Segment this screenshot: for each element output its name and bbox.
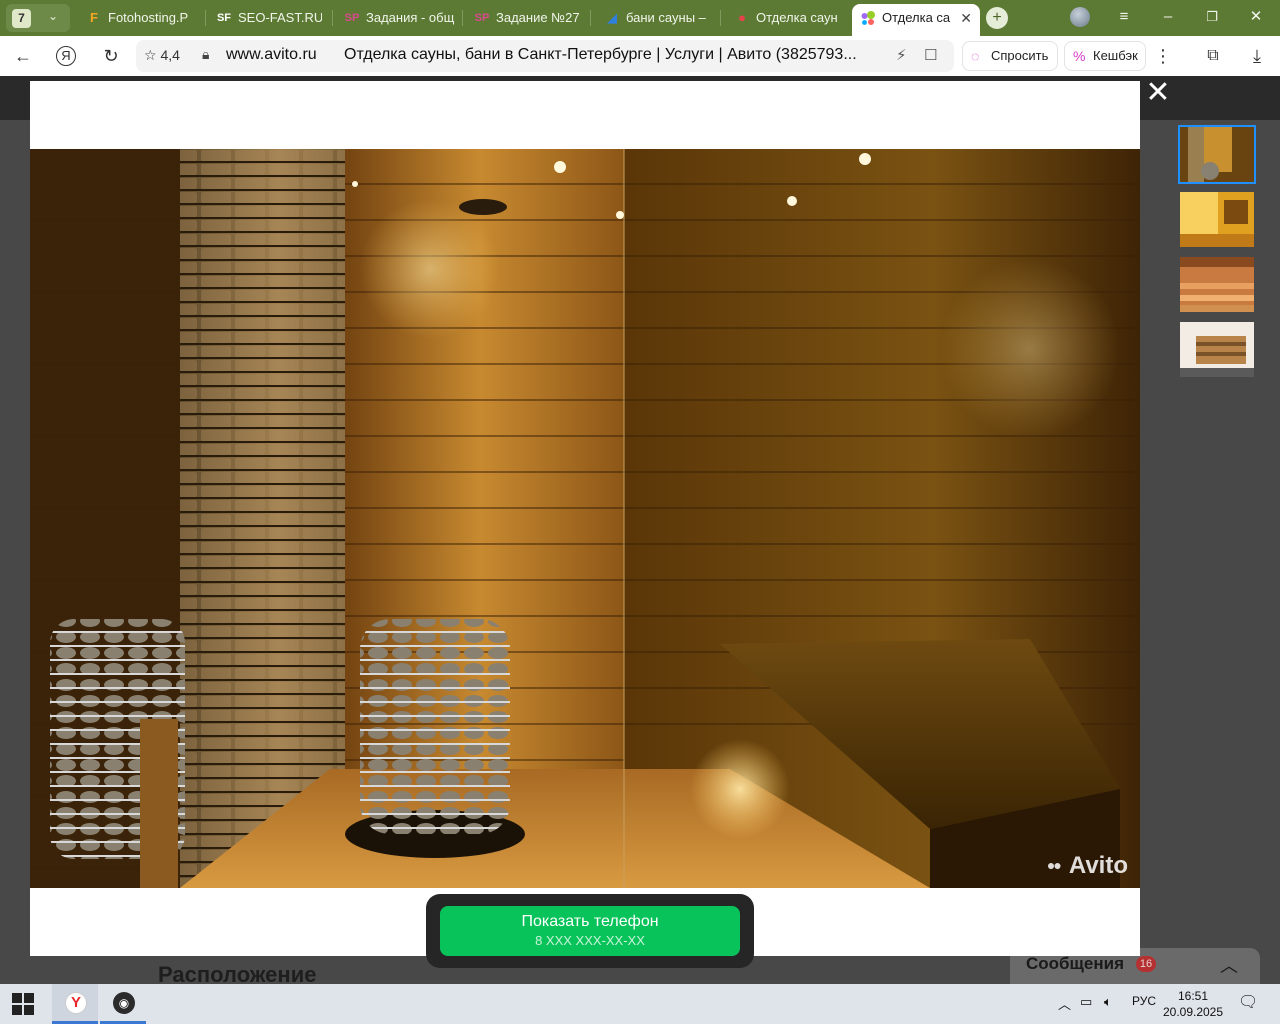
thumbnail-1[interactable] (1178, 125, 1256, 184)
address-bar-row: ← Я ↻ ☆ 4,4 🔒︎ www.avito.ru Отделка саун… (0, 36, 1280, 76)
thumbnail-image (1180, 257, 1254, 312)
photo-viewer: ●● Avito (30, 81, 1140, 956)
tab-zadaniya[interactable]: SP Задания - общ (336, 4, 456, 32)
ask-button[interactable]: ◌ Спросить (962, 41, 1058, 71)
cashback-button[interactable]: % Кешбэк (1064, 41, 1146, 71)
percent-icon: % (1073, 48, 1086, 64)
obs-icon: ◉ (113, 992, 135, 1014)
clock-date: 20.09.2025 (1162, 1005, 1224, 1019)
sp-icon: SP (474, 12, 490, 24)
messages-label: Сообщения (1026, 954, 1124, 973)
thumbnail-image (1180, 127, 1254, 182)
tab-zadanie-27[interactable]: SP Задание №27 (466, 4, 586, 32)
notifications-icon[interactable]: 🗨︎ (1238, 992, 1258, 1012)
minimize-icon[interactable]: – (1158, 7, 1178, 27)
chevron-up-icon[interactable]: ︿ (1058, 994, 1071, 1013)
browser-tab-strip: 7 ⌄ F Fotohosting.P SF SEO-FAST.RU SP За… (0, 0, 1280, 36)
show-phone-label: Показать телефон (521, 913, 659, 930)
clock[interactable]: 16:51 20.09.2025 (1160, 988, 1226, 1020)
tab-label: Задание №27 (496, 10, 580, 25)
fotohosting-icon: F (90, 10, 98, 25)
sauna-photo (30, 149, 1140, 888)
reload-icon[interactable]: ↻ (100, 45, 122, 67)
yandex-icon[interactable]: Я (56, 46, 76, 66)
star-icon: ☆ (144, 47, 157, 63)
main-photo[interactable]: ●● Avito (30, 149, 1140, 888)
thumbnail-3[interactable] (1180, 257, 1254, 312)
thumbnail-4[interactable] (1180, 322, 1254, 377)
windows-start-icon[interactable] (12, 993, 34, 1015)
lock-icon[interactable]: 🔒︎ (202, 46, 209, 63)
language-indicator[interactable]: РУС (1132, 994, 1156, 1008)
site-rating[interactable]: ☆ 4,4 (144, 47, 180, 64)
tab-label: Задания - общ (366, 10, 455, 25)
tab-count: 7 (12, 9, 31, 28)
show-phone-button[interactable]: Показать телефон 8 XXX XXX-XX-XX (440, 906, 740, 956)
sp-icon: SP (344, 12, 360, 24)
close-tab-icon[interactable]: ✕ (960, 4, 972, 32)
volume-icon[interactable]: 🔈︎ (1104, 994, 1112, 1010)
no-tracking-icon[interactable]: ⚡︎ (896, 46, 907, 64)
tab-otdelka-active[interactable]: Отделка са ✕ (852, 4, 980, 36)
avito-logo-icon: ●● (1046, 857, 1062, 873)
menu-icon[interactable]: ≡ (1114, 7, 1134, 27)
tab-separator (462, 10, 463, 26)
profile-avatar[interactable] (1070, 7, 1090, 27)
avito-dots-icon (861, 11, 875, 25)
back-icon[interactable]: ← (12, 45, 34, 67)
phone-button-panel: Показать телефон 8 XXX XXX-XX-XX (426, 894, 754, 968)
avito-red-icon: ● (738, 10, 746, 25)
bookmark-icon[interactable]: ☐ (924, 46, 937, 64)
gallery-close-icon[interactable]: ✕ (1144, 78, 1172, 108)
chevron-down-icon: ⌄ (48, 9, 59, 23)
tab-label: Fotohosting.P (108, 10, 189, 25)
tab-label: Отделка саун (756, 10, 838, 25)
thumbnail-2[interactable] (1180, 192, 1254, 247)
new-tab-button[interactable]: + (986, 7, 1008, 29)
url-domain: www.avito.ru (226, 46, 317, 63)
alice-icon: ◌ (971, 48, 980, 64)
tab-seo-fast[interactable]: SF SEO-FAST.RU (208, 4, 322, 32)
close-window-icon[interactable]: ✕ (1246, 7, 1266, 27)
tab-counter-button[interactable]: 7 ⌄ (6, 4, 70, 32)
tab-separator (332, 10, 333, 26)
thumbnail-image (1180, 192, 1254, 247)
network-icon[interactable]: ▭ (1080, 994, 1092, 1010)
yandex-browser-icon: Y (65, 992, 87, 1014)
tab-otdelka-saun[interactable]: ● Отделка саун (726, 4, 846, 32)
watermark-text: Avito (1068, 852, 1128, 879)
seo-fast-icon: SF (216, 12, 232, 24)
yandex-services-icon: ◢ (607, 10, 617, 25)
more-vertical-icon[interactable]: ⋮ (1152, 45, 1174, 67)
collections-icon[interactable]: ⧉ (1202, 45, 1224, 67)
tab-label: SEO-FAST.RU (238, 10, 322, 25)
taskbar-yandex-browser[interactable]: Y (52, 984, 98, 1024)
omnibox[interactable]: ☆ 4,4 🔒︎ www.avito.ru Отделка сауны, бан… (136, 40, 954, 72)
rating-value: 4,4 (160, 47, 180, 63)
phone-number-mask: 8 XXX XXX-XX-XX (535, 933, 645, 948)
ask-label: Спросить (991, 48, 1049, 63)
page-title: Отделка сауны, бани в Санкт-Петербурге |… (344, 46, 857, 63)
tab-label: Отделка са (882, 10, 951, 25)
messages-badge: 16 (1136, 956, 1156, 972)
thumbnail-image (1180, 322, 1254, 377)
tab-label: бани сауны – (626, 10, 706, 25)
taskbar-obs[interactable]: ◉ (100, 984, 146, 1024)
tab-separator (205, 10, 206, 26)
cashback-label: Кешбэк (1093, 48, 1138, 63)
avito-logo-icon (860, 10, 876, 26)
tab-bani-sauny[interactable]: ◢ бани сауны – (596, 4, 716, 32)
restore-icon[interactable]: ❐ (1202, 7, 1222, 27)
clock-time: 16:51 (1177, 989, 1209, 1003)
tab-fotohosting[interactable]: F Fotohosting.P (78, 4, 202, 32)
download-icon[interactable]: ⤓ (1246, 45, 1268, 67)
tab-separator (590, 10, 591, 26)
chevron-up-icon[interactable]: ︿ (1220, 952, 1238, 978)
tab-separator (720, 10, 721, 26)
windows-taskbar: Y ◉ ︿ ▭ 🔈︎ РУС 16:51 20.09.2025 🗨︎ (0, 984, 1280, 1024)
avito-watermark: ●● Avito (1047, 852, 1128, 880)
